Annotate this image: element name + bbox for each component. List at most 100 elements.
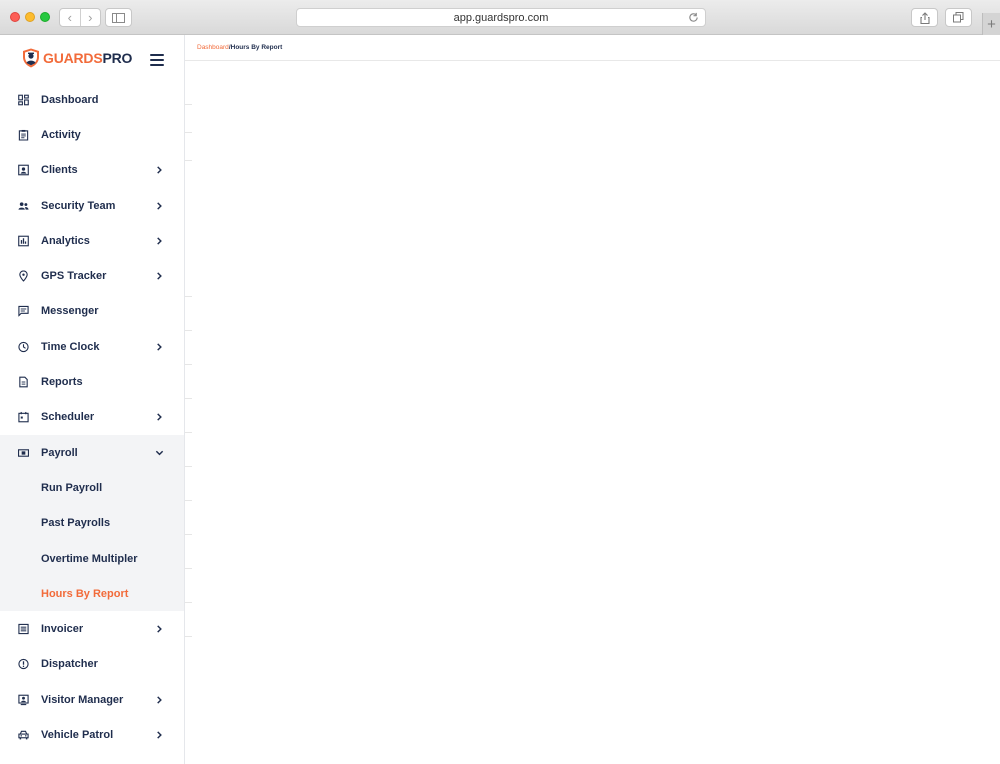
- reload-icon[interactable]: [688, 12, 699, 23]
- chevron-right-icon: [157, 413, 162, 421]
- sidebar-item-label: Analytics: [41, 234, 90, 247]
- divider: [185, 160, 192, 161]
- sidebar-item-label: Dispatcher: [41, 658, 98, 671]
- submenu-item-run-payroll[interactable]: Run Payroll: [0, 470, 184, 506]
- back-icon[interactable]: ‹: [60, 9, 81, 26]
- breadcrumb: Dashboard / Hours By Report: [185, 35, 1000, 61]
- chevron-down-icon: [155, 450, 164, 455]
- chevron-right-icon: [157, 201, 162, 210]
- car-icon: [18, 730, 29, 740]
- divider: [185, 364, 192, 365]
- sidebar-item-dashboard[interactable]: Dashboard: [0, 82, 184, 117]
- chevron-right-icon: [157, 166, 162, 174]
- breadcrumb-link-dashboard[interactable]: Dashboard: [197, 44, 229, 51]
- sidebar-icon: [112, 12, 125, 23]
- clipboard-icon: [18, 129, 29, 141]
- sidebar-item-analytics[interactable]: Analytics: [0, 223, 184, 258]
- divider: [185, 104, 192, 105]
- divider: [185, 296, 192, 297]
- sidebar: GUARDSPRO Dashboard Activity Clients Sec…: [0, 35, 185, 764]
- calendar-icon: [18, 412, 29, 423]
- sidebar-item-label: Scheduler: [41, 411, 95, 424]
- sidebar-item-dispatcher[interactable]: Dispatcher: [0, 647, 184, 682]
- logo-text-pro: PRO: [102, 50, 133, 66]
- logo[interactable]: GUARDSPRO: [22, 48, 132, 68]
- sidebar-item-label: Vehicle Patrol: [41, 728, 114, 741]
- divider: [185, 466, 192, 467]
- sidebar-item-label: GPS Tracker: [41, 270, 107, 283]
- sidebar-item-clients[interactable]: Clients: [0, 153, 184, 188]
- tabs-icon: [953, 12, 964, 23]
- new-tab-button[interactable]: +: [982, 13, 1000, 35]
- hamburger-menu-icon[interactable]: [150, 54, 164, 69]
- submenu-item-label: Past Payrolls: [41, 517, 111, 530]
- sidebar-menu: Dashboard Activity Clients Security Team…: [0, 82, 184, 753]
- sidebar-item-visitor-manager[interactable]: Visitor Manager: [0, 682, 184, 717]
- plus-icon: +: [987, 15, 996, 33]
- divider: [185, 534, 192, 535]
- url-text: app.guardspro.com: [453, 11, 549, 24]
- payroll-submenu: Run Payroll Past Payrolls Overtime Multi…: [0, 470, 184, 612]
- team-icon: [18, 201, 29, 210]
- history-nav: ‹ ›: [59, 8, 101, 27]
- share-icon: [919, 11, 930, 24]
- sidebar-item-label: Messenger: [41, 305, 99, 318]
- chat-icon: [18, 306, 29, 317]
- forward-icon[interactable]: ›: [81, 9, 101, 26]
- client-card-icon: [18, 164, 29, 176]
- submenu-item-past-payrolls[interactable]: Past Payrolls: [0, 505, 184, 541]
- analytics-icon: [18, 235, 29, 247]
- chevron-right-icon: [157, 237, 162, 245]
- sidebar-item-invoicer[interactable]: Invoicer: [0, 611, 184, 646]
- sidebar-item-label: Activity: [41, 128, 81, 141]
- sidebar-item-reports[interactable]: Reports: [0, 364, 184, 399]
- sidebar-toggle-button[interactable]: [105, 8, 132, 27]
- chevron-right-icon: [157, 731, 162, 739]
- main-content: Dashboard / Hours By Report: [185, 35, 1000, 764]
- submenu-item-hours-by-report[interactable]: Hours By Report: [0, 576, 184, 612]
- tabs-overview-button[interactable]: [945, 8, 972, 27]
- zoom-window-button[interactable]: [40, 12, 50, 22]
- divider: [185, 636, 192, 637]
- sidebar-item-messenger[interactable]: Messenger: [0, 294, 184, 329]
- dispatch-icon: [18, 659, 29, 670]
- sidebar-item-gps-tracker[interactable]: GPS Tracker: [0, 258, 184, 293]
- sidebar-item-label: Security Team: [41, 199, 116, 212]
- submenu-item-label: Overtime Multipler: [41, 552, 138, 565]
- content-area: [185, 62, 1000, 764]
- dashboard-icon: [18, 94, 29, 105]
- submenu-item-overtime-multipler[interactable]: Overtime Multipler: [0, 540, 184, 577]
- sidebar-item-label: Reports: [41, 376, 83, 389]
- share-button[interactable]: [911, 8, 938, 27]
- invoice-icon: [18, 623, 29, 635]
- sidebar-item-label: Payroll: [41, 446, 78, 459]
- divider: [185, 568, 192, 569]
- sidebar-item-payroll[interactable]: Payroll: [0, 434, 184, 471]
- location-pin-icon: [19, 270, 28, 282]
- divider: [185, 132, 192, 133]
- sidebar-item-vehicle-patrol[interactable]: Vehicle Patrol: [0, 717, 184, 752]
- divider: [185, 398, 192, 399]
- breadcrumb-current: Hours By Report: [230, 44, 283, 51]
- visitor-icon: [18, 694, 29, 705]
- divider: [185, 500, 192, 501]
- sidebar-item-time-clock[interactable]: Time Clock: [0, 329, 184, 364]
- sidebar-item-label: Clients: [41, 164, 78, 177]
- browser-toolbar: ‹ › app.guardspro.com +: [0, 0, 1000, 35]
- sidebar-item-label: Visitor Manager: [41, 693, 124, 706]
- submenu-item-label: Hours By Report: [41, 587, 129, 600]
- minimize-window-button[interactable]: [25, 12, 35, 22]
- document-icon: [19, 376, 28, 388]
- sidebar-item-label: Invoicer: [41, 623, 84, 636]
- sidebar-item-label: Dashboard: [41, 93, 99, 106]
- clock-icon: [18, 341, 29, 352]
- sidebar-item-scheduler[interactable]: Scheduler: [0, 400, 184, 435]
- close-window-button[interactable]: [10, 12, 20, 22]
- divider: [185, 330, 192, 331]
- address-bar[interactable]: app.guardspro.com: [296, 8, 706, 27]
- chevron-right-icon: [157, 625, 162, 633]
- sidebar-item-security-team[interactable]: Security Team: [0, 188, 184, 223]
- sidebar-item-activity[interactable]: Activity: [0, 117, 184, 152]
- logo-text-guards: GUARDS: [43, 50, 103, 66]
- chevron-right-icon: [157, 272, 162, 280]
